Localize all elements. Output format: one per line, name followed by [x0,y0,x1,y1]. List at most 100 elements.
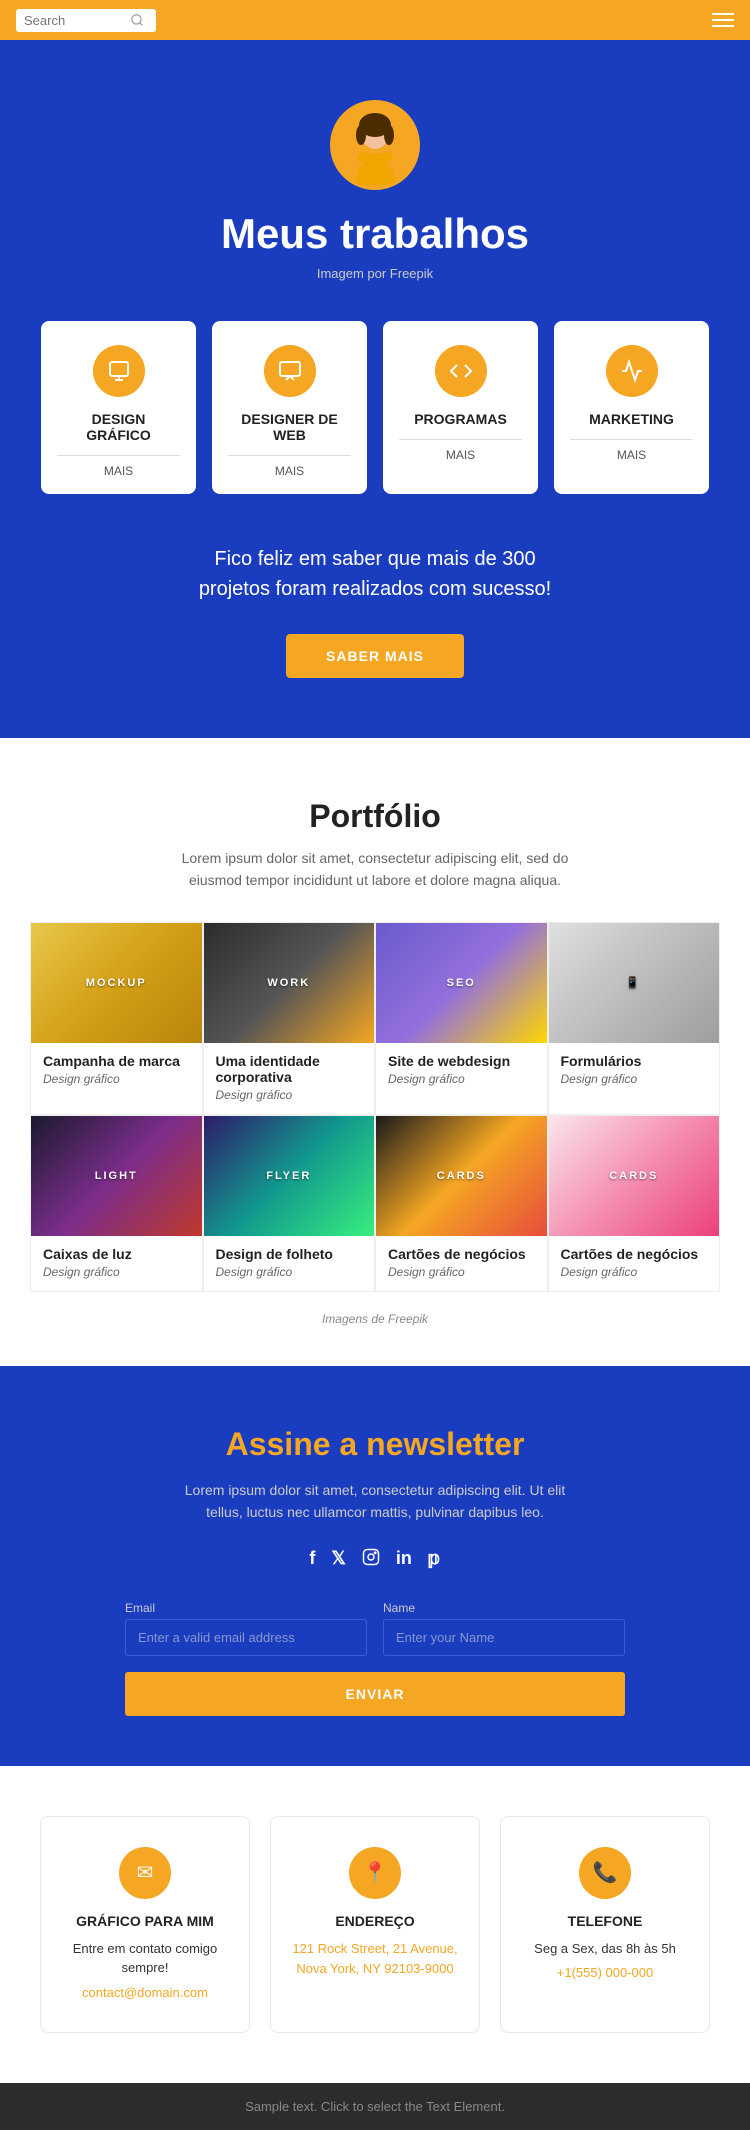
mais-link-2[interactable]: MAIS [399,439,522,462]
portfolio-section: Portfólio Lorem ipsum dolor sit amet, co… [0,738,750,1366]
name-label: Name [383,1601,625,1615]
portfolio-item-0[interactable]: MOCKUP Campanha de marca Design gráfico [30,922,203,1115]
portfolio-item-cat-7: Design gráfico [561,1265,708,1279]
portfolio-item-cat-0: Design gráfico [43,1072,190,1086]
email-input[interactable] [125,1619,367,1656]
portfolio-item-5[interactable]: FLYER Design de folheto Design gráfico [203,1115,376,1292]
portfolio-img-3: 📱 [549,923,720,1043]
portfolio-item-info-5: Design de folheto Design gráfico [204,1236,375,1291]
portfolio-item-cat-2: Design gráfico [388,1072,535,1086]
freepik-note: Imagens de Freepik [30,1312,720,1326]
hero-image-credit: Imagem por Freepik [40,266,710,281]
portfolio-item-4[interactable]: LIGHT Caixas de luz Design gráfico [30,1115,203,1292]
contact-email-link[interactable]: contact@domain.com [82,1985,208,2000]
newsletter-title: Assine a newsletter [30,1426,720,1463]
newsletter-form: Email Name [125,1601,625,1656]
portfolio-img-5: FLYER [204,1116,375,1236]
design-grafico-icon [93,345,145,397]
email-field-group: Email [125,1601,367,1656]
portfolio-img-6: CARDS [376,1116,547,1236]
footer-text: Sample text. Click to select the Text El… [245,2099,505,2114]
email-label: Email [125,1601,367,1615]
search-box[interactable] [16,9,156,32]
pinterest-icon[interactable]: 𝕡 [428,1548,441,1571]
newsletter-description: Lorem ipsum dolor sit amet, consectetur … [175,1479,575,1524]
search-input[interactable] [24,13,124,28]
hero-title: Meus trabalhos [40,210,710,258]
contact-card-phone: 📞 TELEFONE Seg a Sex, das 8h às 5h +1(55… [500,1816,710,2033]
portfolio-img-7: CARDS [549,1116,720,1236]
portfolio-grid: MOCKUP Campanha de marca Design gráfico … [30,922,720,1292]
portfolio-item-info-4: Caixas de luz Design gráfico [31,1236,202,1291]
portfolio-item-info-0: Campanha de marca Design gráfico [31,1043,202,1098]
portfolio-img-1: WORK [204,923,375,1043]
contact-phone-text: Seg a Sex, das 8h às 5h [521,1939,689,1959]
service-title-3: MARKETING [570,411,693,427]
portfolio-title: Portfólio [30,798,720,835]
twitter-icon[interactable]: 𝕏 [331,1548,346,1571]
portfolio-item-cat-5: Design gráfico [216,1265,363,1279]
hero-section: Meus trabalhos Imagem por Freepik DESIGN… [0,40,750,738]
instagram-icon[interactable] [362,1548,380,1571]
portfolio-item-title-7: Cartões de negócios [561,1246,708,1262]
portfolio-item-3[interactable]: 📱 Formulários Design gráfico [548,922,721,1115]
phone-contact-icon: 📞 [579,1847,631,1899]
portfolio-item-info-2: Site de webdesign Design gráfico [376,1043,547,1098]
name-input[interactable] [383,1619,625,1656]
portfolio-img-2: SEO [376,923,547,1043]
search-icon [130,13,144,27]
service-card-designer-web: DESIGNER DE WEB MAIS [212,321,367,494]
contact-section: ✉ GRÁFICO PARA MIM Entre em contato comi… [0,1766,750,2083]
portfolio-img-0: MOCKUP [31,923,202,1043]
portfolio-item-cat-3: Design gráfico [561,1072,708,1086]
mais-link-3[interactable]: MAIS [570,439,693,462]
portfolio-item-cat-4: Design gráfico [43,1265,190,1279]
portfolio-item-title-5: Design de folheto [216,1246,363,1262]
contact-email-text: Entre em contato comigo sempre! [61,1939,229,1978]
avatar-image [335,105,415,185]
contact-phone-link[interactable]: +1(555) 000-000 [557,1965,654,1980]
contact-card-address: 📍 ENDEREÇO 121 Rock Street, 21 Avenue,No… [270,1816,480,2033]
portfolio-item-cat-6: Design gráfico [388,1265,535,1279]
portfolio-item-title-4: Caixas de luz [43,1246,190,1262]
mais-link-1[interactable]: MAIS [228,455,351,478]
programas-icon [435,345,487,397]
header [0,0,750,40]
portfolio-item-title-0: Campanha de marca [43,1053,190,1069]
service-title-0: DESIGNGRÁFICO [57,411,180,443]
service-card-programas: PROGRAMAS MAIS [383,321,538,494]
service-card-marketing: MARKETING MAIS [554,321,709,494]
portfolio-item-1[interactable]: WORK Uma identidade corporativa Design g… [203,922,376,1115]
portfolio-description: Lorem ipsum dolor sit amet, consectetur … [165,847,585,892]
portfolio-item-7[interactable]: CARDS Cartões de negócios Design gráfico [548,1115,721,1292]
portfolio-img-4: LIGHT [31,1116,202,1236]
service-title-1: DESIGNER DE WEB [228,411,351,443]
contact-phone-title: TELEFONE [521,1913,689,1929]
enviar-button[interactable]: ENVIAR [125,1672,625,1716]
mais-link-0[interactable]: MAIS [57,455,180,478]
marketing-icon [606,345,658,397]
portfolio-item-title-3: Formulários [561,1053,708,1069]
name-field-group: Name [383,1601,625,1656]
address-contact-icon: 📍 [349,1847,401,1899]
saber-mais-button[interactable]: SABER MAIS [286,634,464,678]
contact-card-email: ✉ GRÁFICO PARA MIM Entre em contato comi… [40,1816,250,2033]
services-grid: DESIGNGRÁFICO MAIS DESIGNER DE WEB MAIS … [40,321,710,494]
linkedin-icon[interactable]: in [396,1548,412,1571]
social-icons: f 𝕏 in 𝕡 [30,1548,720,1571]
promo-text: Fico feliz em saber que mais de 300 proj… [185,544,565,604]
portfolio-item-info-6: Cartões de negócios Design gráfico [376,1236,547,1291]
newsletter-section: Assine a newsletter Lorem ipsum dolor si… [0,1366,750,1766]
portfolio-item-6[interactable]: CARDS Cartões de negócios Design gráfico [375,1115,548,1292]
portfolio-item-cat-1: Design gráfico [216,1088,363,1102]
portfolio-item-title-6: Cartões de negócios [388,1246,535,1262]
portfolio-item-2[interactable]: SEO Site de webdesign Design gráfico [375,922,548,1115]
service-title-2: PROGRAMAS [399,411,522,427]
avatar [330,100,420,190]
portfolio-item-info-7: Cartões de negócios Design gráfico [549,1236,720,1291]
facebook-icon[interactable]: f [309,1548,315,1571]
service-card-design-grafico: DESIGNGRÁFICO MAIS [41,321,196,494]
portfolio-item-title-2: Site de webdesign [388,1053,535,1069]
contact-address-link[interactable]: 121 Rock Street, 21 Avenue,Nova York, NY… [291,1939,459,1981]
hamburger-menu-icon[interactable] [712,13,734,27]
